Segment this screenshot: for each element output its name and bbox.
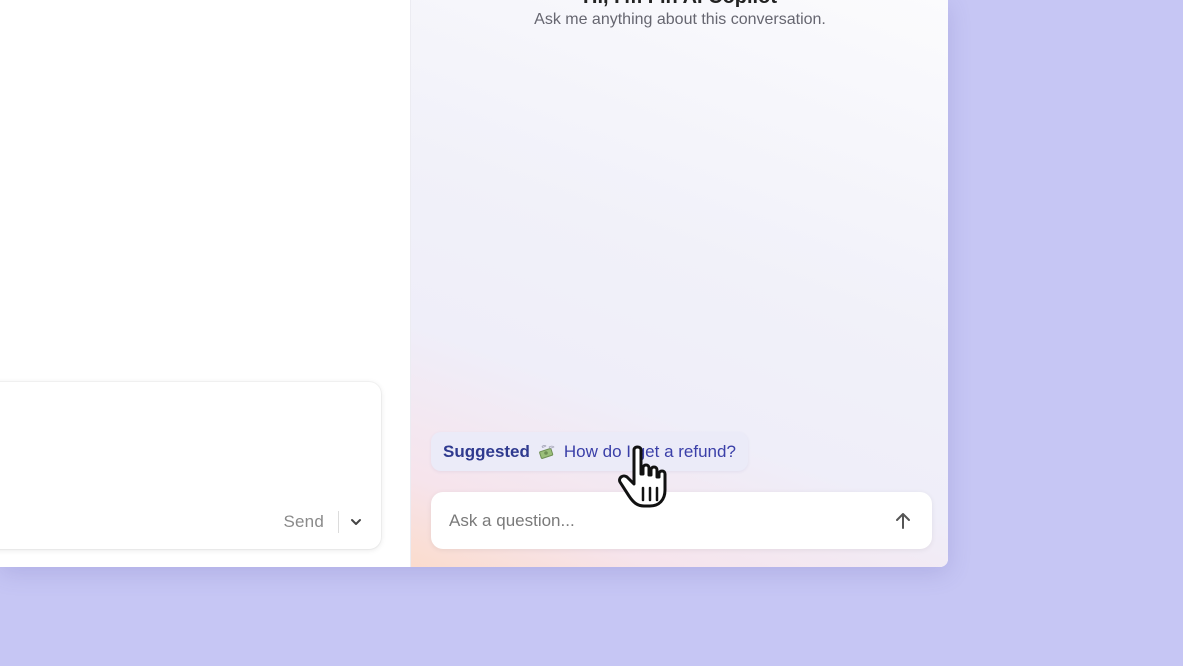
reply-composer[interactable]: Send [0, 382, 381, 549]
chevron-down-icon [351, 519, 361, 525]
question-box [431, 492, 932, 549]
copilot-panel: Hi, I'm Fin AI Copilot Ask me anything a… [410, 0, 948, 567]
suggested-question-chip[interactable]: Suggested How do I get a refund? [431, 432, 748, 471]
copilot-title: Hi, I'm Fin AI Copilot [411, 0, 948, 9]
question-input[interactable] [449, 492, 869, 549]
conversation-pane: Send [0, 0, 410, 567]
money-with-wings-icon [539, 444, 555, 459]
arrow-up-icon [896, 513, 910, 529]
submit-question-button[interactable] [892, 510, 914, 532]
actions-divider [338, 511, 339, 533]
send-button[interactable]: Send [279, 512, 328, 532]
composer-actions: Send [279, 511, 363, 533]
copilot-subtitle: Ask me anything about this conversation. [534, 11, 826, 28]
suggested-question-text: How do I get a refund? [563, 441, 736, 461]
send-options-button[interactable] [349, 515, 363, 529]
app-window: Send Hi, I'm Fin AI Copilot Ask me anyth… [0, 0, 948, 567]
suggested-label: Suggested [443, 441, 530, 461]
